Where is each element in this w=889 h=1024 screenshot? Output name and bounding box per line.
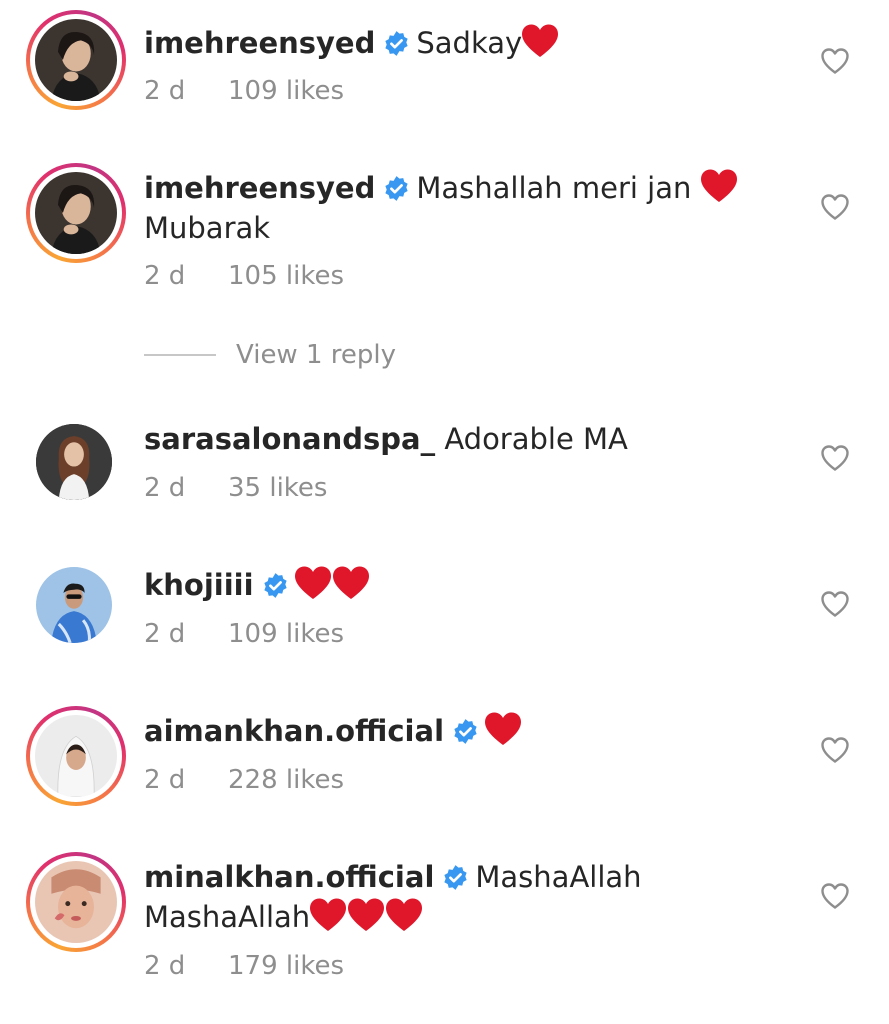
verified-badge-icon — [383, 175, 410, 202]
comment-text: Adorable MA — [444, 422, 628, 456]
comment-likes[interactable]: 179 likes — [228, 951, 344, 981]
heart-outline-icon[interactable] — [820, 444, 850, 472]
avatar-photo — [36, 424, 112, 500]
comment-time: 2 d — [144, 261, 186, 291]
verified-badge-icon — [452, 718, 479, 745]
view-replies-label: View 1 reply — [236, 340, 396, 370]
comment-likes[interactable]: 105 likes — [228, 261, 344, 291]
comment-time: 2 d — [144, 765, 186, 795]
heart-outline-icon[interactable] — [820, 736, 850, 764]
avatar-sarasalonandspa[interactable] — [36, 424, 112, 500]
comment-username[interactable]: khojiiii — [144, 568, 254, 602]
view-replies-button[interactable]: View 1 reply — [144, 340, 396, 370]
avatar-photo — [35, 172, 117, 254]
red-heart-emoji — [384, 897, 424, 933]
avatar-photo — [36, 567, 112, 643]
comment-username[interactable]: imehreensyed — [144, 171, 375, 205]
red-heart-emoji — [331, 565, 371, 601]
comment-username[interactable]: aimankhan.official — [144, 714, 444, 748]
avatar-imehreensyed[interactable] — [26, 163, 126, 263]
verified-badge-icon — [442, 864, 469, 891]
comment-time: 2 d — [144, 76, 186, 106]
comment-likes[interactable]: 109 likes — [228, 76, 344, 106]
avatar-photo — [35, 19, 117, 101]
comment-likes[interactable]: 228 likes — [228, 765, 344, 795]
avatar-imehreensyed[interactable] — [26, 10, 126, 110]
comment-likes[interactable]: 35 likes — [228, 473, 327, 503]
comment-username[interactable]: minalkhan.official — [144, 860, 434, 894]
comment-username[interactable]: imehreensyed — [144, 26, 375, 60]
heart-outline-icon[interactable] — [820, 590, 850, 618]
heart-outline-icon[interactable] — [820, 193, 850, 221]
red-heart-emoji — [699, 168, 739, 204]
comment-text: Mashallah meri jan — [416, 171, 692, 205]
heart-outline-icon[interactable] — [820, 47, 850, 75]
verified-badge-icon — [383, 30, 410, 57]
comment-time: 2 d — [144, 473, 186, 503]
comment-text-continued: Mubarak — [144, 211, 271, 245]
red-heart-emoji — [293, 565, 333, 601]
comment-time: 2 d — [144, 619, 186, 649]
avatar-aimankhan[interactable] — [26, 706, 126, 806]
comment-text: Sadkay — [416, 26, 523, 60]
red-heart-emoji — [308, 897, 348, 933]
divider — [144, 354, 216, 356]
avatar-photo — [35, 861, 117, 943]
verified-badge-icon — [262, 572, 289, 599]
comment-time: 2 d — [144, 951, 186, 981]
comment-username[interactable]: sarasalonandspa_ — [144, 422, 435, 456]
avatar-photo — [35, 715, 117, 797]
comment-likes[interactable]: 109 likes — [228, 619, 344, 649]
red-heart-emoji — [346, 897, 386, 933]
red-heart-emoji — [483, 711, 523, 747]
avatar-minalkhan[interactable] — [26, 852, 126, 952]
avatar-khojiiii[interactable] — [36, 567, 112, 643]
comment-text: MashaAllah — [475, 860, 642, 894]
red-heart-emoji — [520, 23, 560, 59]
comment-text-continued: MashaAllah — [144, 900, 311, 934]
heart-outline-icon[interactable] — [820, 882, 850, 910]
